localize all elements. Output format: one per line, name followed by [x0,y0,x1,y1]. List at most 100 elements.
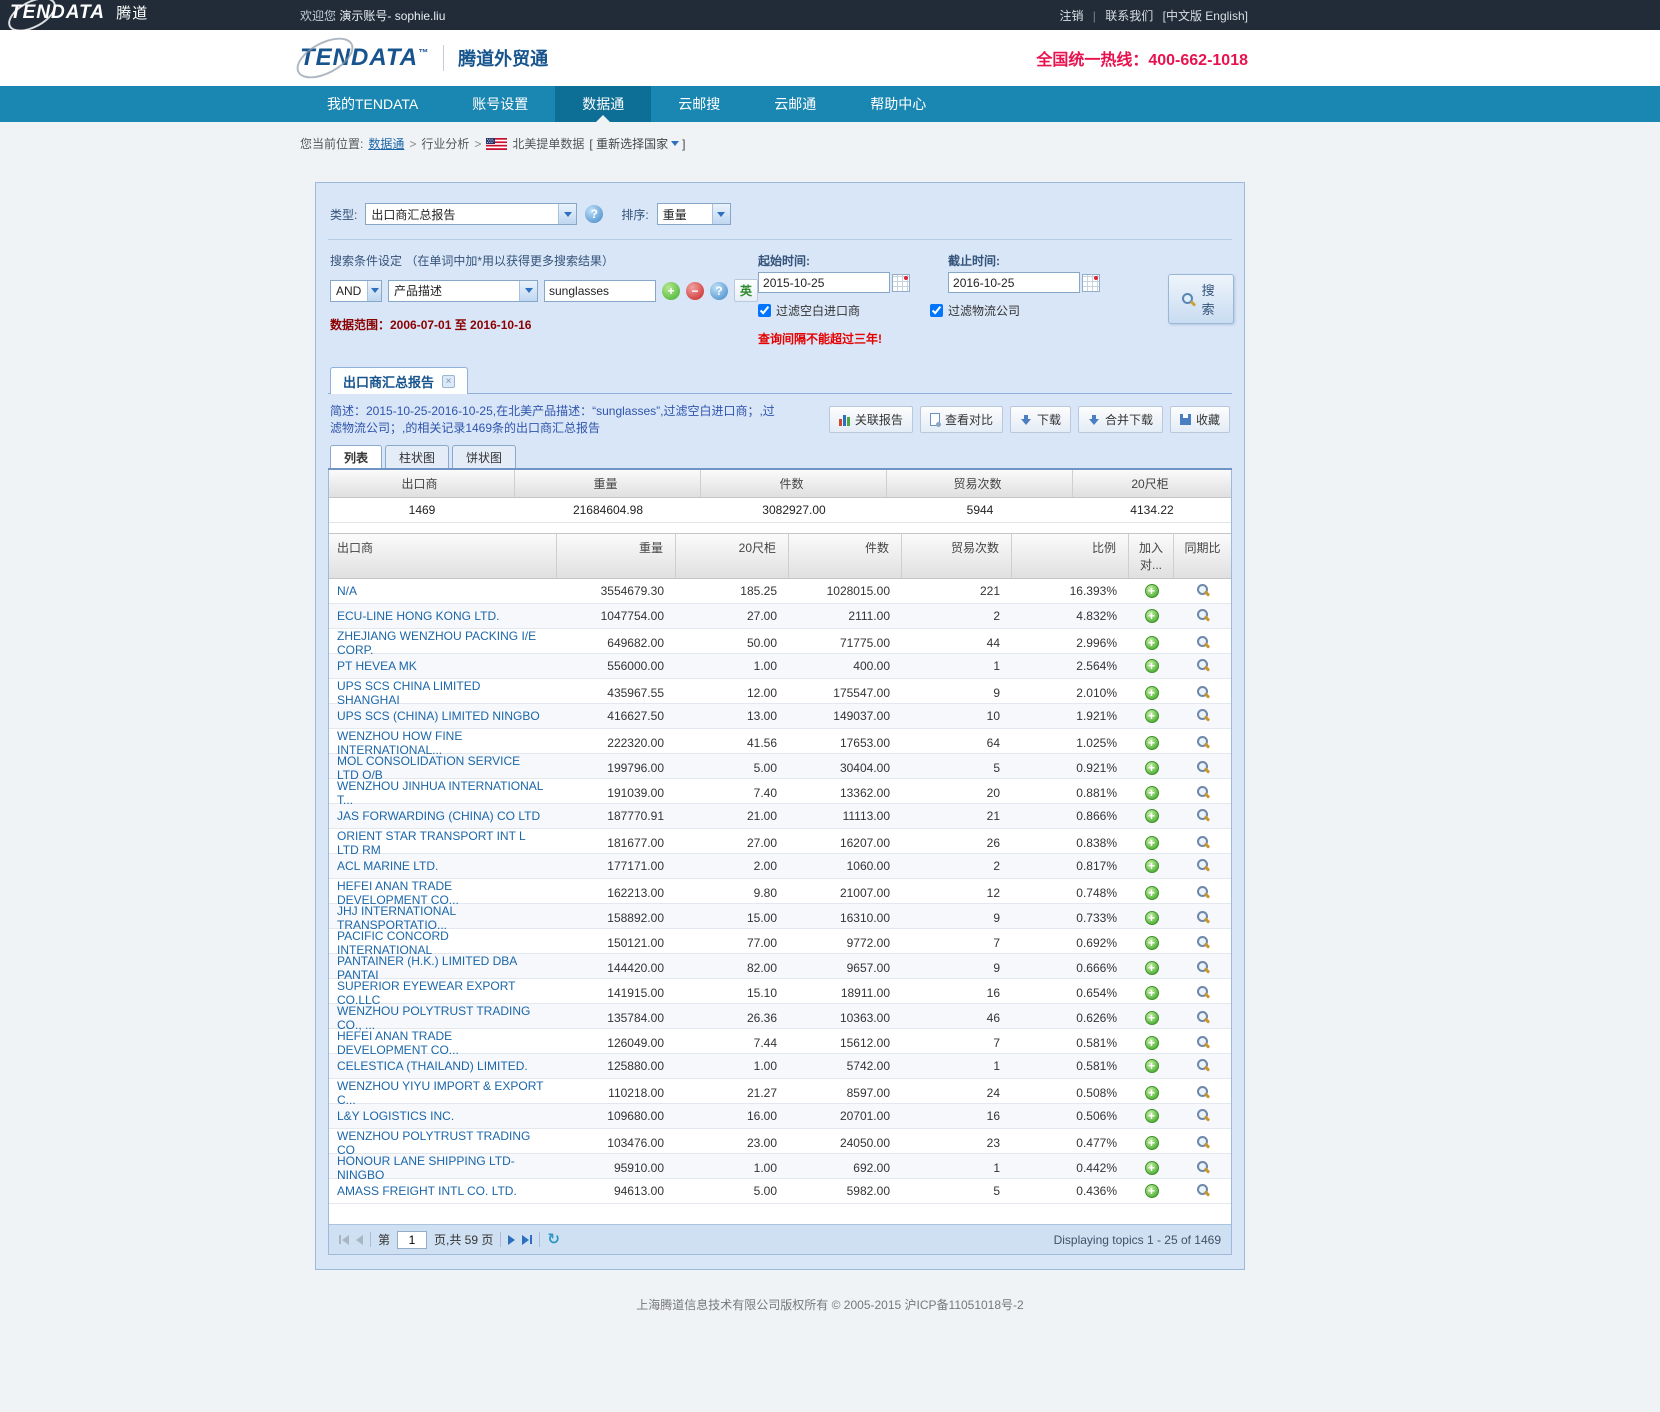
add-to-compare-icon[interactable] [1145,886,1159,900]
breadcrumb-link-datatong[interactable]: 数据通 [368,135,404,152]
reselect-country-link[interactable]: [ 重新选择国家 ] [589,135,685,152]
merge-download-button[interactable]: 合并下载 [1078,406,1163,433]
start-date-input[interactable] [758,272,890,293]
yoy-magnifier-icon[interactable] [1196,760,1210,774]
yoy-magnifier-icon[interactable] [1196,960,1210,974]
yoy-magnifier-icon[interactable] [1196,910,1210,924]
exporter-link[interactable]: N/A [337,584,357,598]
add-to-compare-icon[interactable] [1145,1036,1159,1050]
english-toggle-button[interactable]: 英 [734,279,758,302]
filter-logistics-checkbox[interactable] [930,304,943,317]
sort-select[interactable]: 重量 [657,203,731,225]
exporter-link[interactable]: JAS FORWARDING (CHINA) CO LTD [337,809,540,823]
exporter-link[interactable]: JHJ INTERNATIONAL TRANSPORTATIO... [337,904,456,932]
add-to-compare-icon[interactable] [1145,636,1159,650]
exporter-link[interactable]: PANTAINER (H.K.) LIMITED DBA PANTAI [337,954,517,982]
exporter-link[interactable]: AMASS FREIGHT INTL CO. LTD. [337,1184,517,1198]
add-to-compare-icon[interactable] [1145,609,1159,623]
view-tab-pie-chart[interactable]: 饼状图 [452,445,516,468]
nav-tab-my-tendata[interactable]: 我的TENDATA [300,86,445,122]
view-tab-bar-chart[interactable]: 柱状图 [385,445,449,468]
search-button[interactable]: 搜索 [1168,274,1234,324]
exporter-link[interactable]: HONOUR LANE SHIPPING LTD-NINGBO [337,1154,515,1182]
related-report-button[interactable]: 关联报告 [829,406,913,433]
yoy-magnifier-icon[interactable] [1196,885,1210,899]
exporter-link[interactable]: ACL MARINE LTD. [337,859,438,873]
yoy-magnifier-icon[interactable] [1196,1183,1210,1197]
nav-tab-datatong[interactable]: 数据通 [555,86,651,122]
yoy-magnifier-icon[interactable] [1196,658,1210,672]
add-to-compare-icon[interactable] [1145,936,1159,950]
remove-condition-icon[interactable]: − [686,282,704,300]
yoy-magnifier-icon[interactable] [1196,935,1210,949]
yoy-magnifier-icon[interactable] [1196,835,1210,849]
add-to-compare-icon[interactable] [1145,1059,1159,1073]
exporter-link[interactable]: WENZHOU POLYTRUST TRADING CO [337,1129,530,1157]
calendar-icon[interactable] [1082,274,1100,292]
add-to-compare-icon[interactable] [1145,809,1159,823]
filter-blank-checkbox[interactable] [758,304,771,317]
nav-tab-account-settings[interactable]: 账号设置 [445,86,555,122]
page-number-input[interactable] [397,1231,427,1249]
add-to-compare-icon[interactable] [1145,1161,1159,1175]
yoy-magnifier-icon[interactable] [1196,1058,1210,1072]
help-icon[interactable]: ? [585,205,603,223]
close-tab-icon[interactable] [442,375,455,388]
exporter-link[interactable]: CELESTICA (THAILAND) LIMITED. [337,1059,528,1073]
add-to-compare-icon[interactable] [1145,786,1159,800]
add-to-compare-icon[interactable] [1145,1011,1159,1025]
exporter-link[interactable]: WENZHOU HOW FINE INTERNATIONAL... [337,729,462,757]
yoy-magnifier-icon[interactable] [1196,1108,1210,1122]
add-to-compare-icon[interactable] [1145,584,1159,598]
exporter-link[interactable]: MOL CONSOLIDATION SERVICE LTD O/B [337,754,520,782]
add-to-compare-icon[interactable] [1145,659,1159,673]
exporter-link[interactable]: WENZHOU JINHUA INTERNATIONAL T... [337,779,543,807]
yoy-magnifier-icon[interactable] [1196,583,1210,597]
nav-tab-cloud-mail[interactable]: 云邮通 [747,86,843,122]
exporter-link[interactable]: PACIFIC CONCORD INTERNATIONAL [337,929,449,957]
exporter-link[interactable]: ECU-LINE HONG KONG LTD. [337,609,499,623]
download-button[interactable]: 下载 [1010,406,1071,433]
add-to-compare-icon[interactable] [1145,961,1159,975]
add-to-compare-icon[interactable] [1145,761,1159,775]
yoy-magnifier-icon[interactable] [1196,608,1210,622]
add-to-compare-icon[interactable] [1145,686,1159,700]
exporter-link[interactable]: PT HEVEA MK [337,659,417,673]
yoy-magnifier-icon[interactable] [1196,858,1210,872]
exporter-link[interactable]: L&Y LOGISTICS INC. [337,1109,454,1123]
add-to-compare-icon[interactable] [1145,736,1159,750]
add-to-compare-icon[interactable] [1145,1184,1159,1198]
nav-tab-cloud-mail-search[interactable]: 云邮搜 [651,86,747,122]
prev-page-button[interactable] [356,1235,363,1245]
exporter-link[interactable]: WENZHOU YIYU IMPORT & EXPORT C... [337,1079,543,1107]
yoy-magnifier-icon[interactable] [1196,1085,1210,1099]
yoy-magnifier-icon[interactable] [1196,985,1210,999]
add-to-compare-icon[interactable] [1145,859,1159,873]
bool-operator-select[interactable]: AND [330,280,382,302]
yoy-magnifier-icon[interactable] [1196,1160,1210,1174]
end-date-input[interactable] [948,272,1080,293]
yoy-magnifier-icon[interactable] [1196,785,1210,799]
exporter-link[interactable]: UPS SCS CHINA LIMITED SHANGHAI [337,679,480,707]
search-field-select[interactable]: 产品描述 [388,280,538,302]
report-tab[interactable]: 出口商汇总报告 [330,367,468,394]
logout-link[interactable]: 注销 [1059,9,1083,23]
exporter-link[interactable]: ZHEJIANG WENZHOU PACKING I/E CORP. [337,629,536,657]
nav-tab-help-center[interactable]: 帮助中心 [843,86,953,122]
last-page-button[interactable] [522,1235,532,1245]
exporter-link[interactable]: HEFEI ANAN TRADE DEVELOPMENT CO... [337,1029,459,1057]
contact-link[interactable]: 联系我们 [1105,9,1153,23]
yoy-magnifier-icon[interactable] [1196,685,1210,699]
keyword-input[interactable] [544,280,656,302]
language-switch-link[interactable]: [中文版 English] [1163,9,1248,23]
next-page-button[interactable] [508,1235,515,1245]
add-to-compare-icon[interactable] [1145,986,1159,1000]
add-to-compare-icon[interactable] [1145,1109,1159,1123]
yoy-magnifier-icon[interactable] [1196,1035,1210,1049]
add-to-compare-icon[interactable] [1145,911,1159,925]
exporter-link[interactable]: SUPERIOR EYEWEAR EXPORT CO.LLC [337,979,515,1007]
report-type-select[interactable]: 出口商汇总报告 [365,203,577,225]
view-compare-button[interactable]: 查看对比 [920,406,1003,433]
yoy-magnifier-icon[interactable] [1196,1135,1210,1149]
exporter-link[interactable]: UPS SCS (CHINA) LIMITED NINGBO [337,709,540,723]
